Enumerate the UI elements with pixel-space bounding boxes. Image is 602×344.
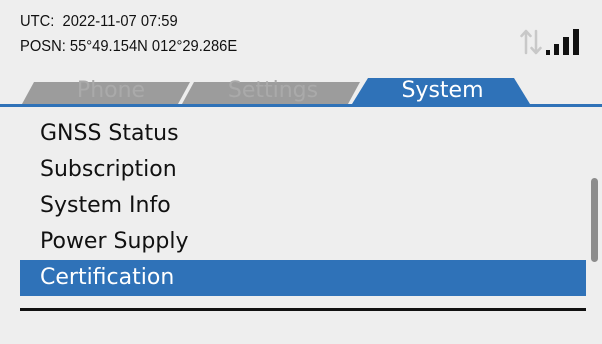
utc-time: UTC: 2022-11-07 07:59 [20,13,178,30]
up-down-arrows-icon [520,28,542,56]
tab-system[interactable]: System [365,78,520,104]
position-readout: POSN: 55°49.154N 012°29.286E [20,38,238,55]
menu-item-gnss-status[interactable]: GNSS Status [20,116,586,152]
tab-settings[interactable]: Settings [203,78,343,104]
system-menu: GNSS Status Subscription System Info Pow… [20,116,586,296]
signal-bars-icon [545,26,581,56]
status-bar: UTC: 2022-11-07 07:59 POSN: 55°49.154N 0… [0,0,602,86]
menu-item-certification[interactable]: Certification [20,260,586,296]
menu-item-subscription[interactable]: Subscription [20,152,586,188]
tab-baseline [0,104,602,107]
tab-bar: Phone Settings System [0,78,602,116]
scrollbar[interactable] [591,178,598,262]
bottom-divider [20,308,586,311]
menu-item-power-supply[interactable]: Power Supply [20,224,586,260]
menu-item-system-info[interactable]: System Info [20,188,586,224]
tab-phone[interactable]: Phone [46,78,176,104]
